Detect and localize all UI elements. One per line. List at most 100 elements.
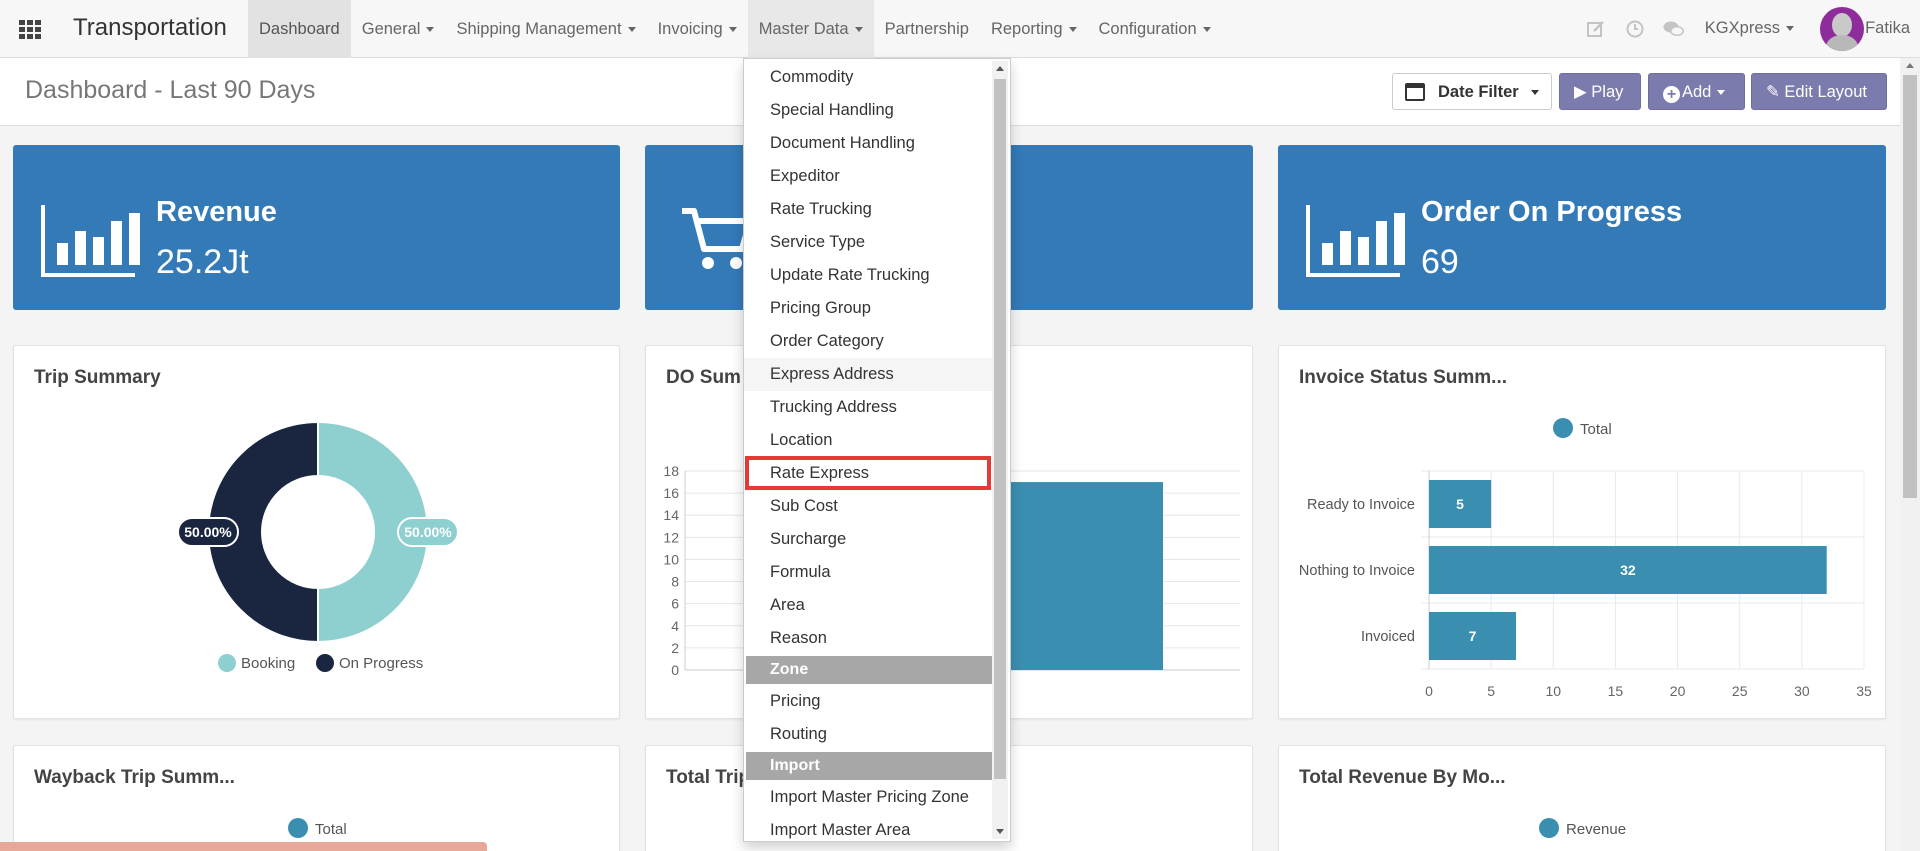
dropdown-item-area[interactable]: Area: [744, 589, 992, 622]
dropdown-item-sub-cost[interactable]: Sub Cost: [744, 490, 992, 523]
y-tick-label: 8: [671, 574, 679, 590]
dropdown-item-special-handling[interactable]: Special Handling: [744, 94, 992, 127]
play-button[interactable]: ▶ Play: [1559, 73, 1641, 110]
dropdown-item-express-address[interactable]: Express Address: [744, 358, 992, 391]
dropdown-item-expeditor[interactable]: Expeditor: [744, 160, 992, 193]
menu-label: Partnership: [884, 20, 969, 38]
y-tick-label: 14: [663, 507, 679, 523]
menu-item-invoicing[interactable]: Invoicing: [647, 0, 748, 58]
add-label: Add: [1682, 83, 1712, 101]
dropdown-item-rate-trucking[interactable]: Rate Trucking: [744, 193, 992, 226]
legend-label: Booking: [241, 655, 295, 672]
legend-swatch: [288, 818, 308, 838]
kpi-order-on-progress[interactable]: Order On Progress 69: [1278, 145, 1886, 310]
dropdown-item-order-category[interactable]: Order Category: [744, 325, 992, 358]
scroll-down-icon[interactable]: [996, 829, 1004, 834]
scroll-up-icon[interactable]: [1906, 63, 1914, 68]
top-navbar: Transportation Dashboard General Shipping …: [0, 0, 1920, 58]
data-label: 50.00%: [184, 524, 232, 540]
menu-item-partnership[interactable]: Partnership: [874, 0, 980, 58]
menu-label: Invoicing: [657, 20, 723, 38]
user-name[interactable]: Fatika: [1865, 19, 1910, 38]
menu-label: Configuration: [1098, 20, 1197, 38]
menu-item-shipping-management[interactable]: Shipping Management: [445, 0, 646, 58]
kpi-revenue[interactable]: Revenue 25.2Jt: [13, 145, 620, 310]
legend-label: Total: [315, 821, 347, 838]
total-revenue-legend: Revenue: [1539, 818, 1626, 838]
kpi-label: Order On Progress: [1421, 196, 1683, 228]
dropdown-item-reason[interactable]: Reason: [744, 622, 992, 655]
avatar[interactable]: [1820, 7, 1864, 51]
dropdown-item-import-master-area[interactable]: Import Master Area: [744, 814, 992, 841]
legend-swatch: [218, 654, 236, 672]
dropdown-item-document-handling[interactable]: Document Handling: [744, 127, 992, 160]
menu-item-dashboard[interactable]: Dashboard: [248, 0, 351, 58]
chevron-down-icon: [1717, 90, 1726, 96]
y-tick-label: 10: [663, 551, 679, 567]
cart-icon: [682, 208, 752, 269]
legend-label: Revenue: [1566, 821, 1626, 838]
dropdown-item-location[interactable]: Location: [744, 424, 992, 457]
play-label: Play: [1591, 83, 1624, 101]
clock-icon[interactable]: [1626, 20, 1644, 43]
dropdown-item-import-master-pricing-zone[interactable]: Import Master Pricing Zone: [744, 781, 992, 814]
kpi-value: 69: [1421, 243, 1459, 281]
date-filter-button[interactable]: Date Filter: [1392, 73, 1552, 110]
dropdown-item-formula[interactable]: Formula: [744, 556, 992, 589]
trip-summary-panel: Trip Summary 50.00% 50.00% Booking On Progr…: [13, 345, 620, 719]
kpi-value: 25.2Jt: [156, 243, 249, 281]
dropdown-item-trucking-address[interactable]: Trucking Address: [744, 391, 992, 424]
dropdown-item-service-type[interactable]: Service Type: [744, 226, 992, 259]
menu-label: Reporting: [990, 20, 1063, 38]
menu-item-configuration[interactable]: Configuration: [1088, 0, 1222, 58]
chevron-down-icon: [627, 27, 636, 33]
menu-item-master-data[interactable]: Master Data: [747, 0, 874, 58]
apps-grid-icon[interactable]: [19, 20, 41, 39]
y-tick-label: Invoiced: [1361, 629, 1415, 645]
menu-label: General: [361, 20, 421, 38]
dropdown-item-rate-express[interactable]: Rate Express: [744, 457, 992, 490]
dropdown-section-header: Import: [746, 752, 992, 780]
plus-circle-icon: +: [1663, 86, 1680, 103]
dropdown-section-header: Zone: [746, 656, 992, 684]
menu-label: Master Data: [758, 20, 849, 38]
chevron-down-icon: [1202, 27, 1211, 33]
scrollbar-thumb[interactable]: [1903, 75, 1917, 498]
page-title: Dashboard - Last 90 Days: [25, 76, 316, 104]
company-switcher[interactable]: KGXpress: [1705, 19, 1794, 38]
invoice-status-chart: Total 0 5 10 15 20 25 30 35 5 Ready to Invoice 32 No…: [1299, 418, 1872, 699]
menu-item-reporting[interactable]: Reporting: [980, 0, 1088, 58]
wayback-trip-legend: Total: [288, 818, 347, 838]
x-tick-label: 20: [1670, 683, 1686, 699]
menu-item-general[interactable]: General: [351, 0, 446, 58]
edit-layout-button[interactable]: ✎ Edit Layout: [1751, 73, 1887, 110]
add-button[interactable]: + Add: [1648, 73, 1745, 110]
y-tick-label: Ready to Invoice: [1307, 497, 1415, 513]
x-tick-label: 0: [1425, 683, 1433, 699]
panel-title: Total Trip: [666, 767, 751, 788]
chevron-down-icon: [1530, 90, 1539, 96]
chat-icon[interactable]: [1663, 20, 1685, 43]
dropdown-item-routing[interactable]: Routing: [744, 718, 992, 751]
dropdown-item-commodity[interactable]: Commodity: [744, 61, 992, 94]
play-icon: ▶: [1574, 83, 1587, 101]
y-tick-label: 2: [671, 640, 679, 656]
dropdown-item-surcharge[interactable]: Surcharge: [744, 523, 992, 556]
dropdown-scrollbar[interactable]: [992, 61, 1008, 839]
data-label: 50.00%: [404, 524, 452, 540]
scrollbar-thumb[interactable]: [994, 79, 1006, 779]
y-tick-label: 6: [671, 596, 679, 612]
edit-icon[interactable]: [1587, 20, 1605, 43]
total-revenue-panel: Total Revenue By Mo... Revenue: [1278, 745, 1886, 851]
data-label: 7: [1469, 628, 1477, 644]
dropdown-item-pricing-group[interactable]: Pricing Group: [744, 292, 992, 325]
dropdown-item-pricing[interactable]: Pricing: [744, 685, 992, 718]
page-scrollbar[interactable]: [1900, 58, 1920, 851]
scroll-up-icon[interactable]: [996, 66, 1004, 71]
menu-label: Dashboard: [259, 20, 340, 38]
menu-label: Shipping Management: [456, 20, 622, 38]
dropdown-item-update-rate-trucking[interactable]: Update Rate Trucking: [744, 259, 992, 292]
kpi-label: Revenue: [156, 196, 277, 228]
x-tick-label: 10: [1545, 683, 1561, 699]
chevron-down-icon: [1068, 27, 1077, 33]
